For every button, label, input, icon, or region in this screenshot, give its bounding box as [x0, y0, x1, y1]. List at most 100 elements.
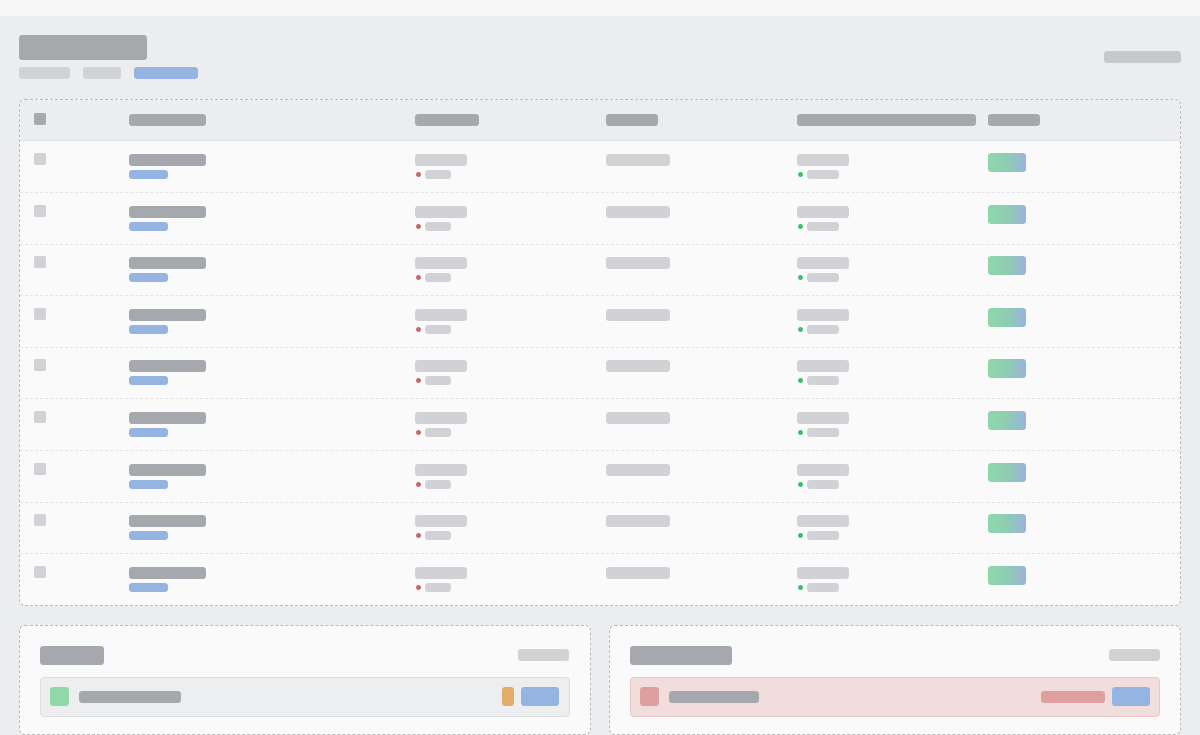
row-col2-status	[425, 170, 451, 179]
row-name[interactable]	[129, 308, 206, 321]
row-checkbox[interactable]	[34, 565, 46, 578]
select-all-checkbox[interactable]	[34, 113, 46, 125]
row-subtitle	[129, 324, 168, 334]
table-row[interactable]	[20, 347, 1180, 400]
row-col4-value	[797, 360, 849, 373]
table-row[interactable]	[20, 399, 1180, 451]
card-title	[630, 646, 732, 665]
row-col2-status-dot	[416, 326, 421, 332]
row-status-badge	[988, 153, 1026, 172]
row-name[interactable]	[129, 154, 206, 166]
row-col4-status	[807, 428, 839, 437]
card-left	[19, 625, 591, 735]
table-row[interactable]	[20, 502, 1180, 555]
breadcrumb-item-current[interactable]	[134, 67, 198, 79]
row-col2-value	[415, 412, 467, 424]
row-status-badge	[988, 307, 1026, 327]
row-col4-status-dot	[798, 326, 803, 332]
row-col3-value	[606, 257, 670, 270]
item-label	[669, 691, 759, 703]
data-table	[19, 99, 1181, 606]
page-title	[19, 35, 147, 60]
row-name[interactable]	[129, 360, 206, 373]
header-action-link[interactable]	[1104, 51, 1181, 63]
column-header-4[interactable]	[797, 114, 976, 126]
column-header-2[interactable]	[415, 114, 479, 126]
table-row[interactable]	[20, 451, 1180, 503]
row-col4-status-dot	[798, 533, 803, 539]
table-row[interactable]	[20, 296, 1180, 348]
card-title	[40, 646, 104, 665]
row-name[interactable]	[129, 566, 206, 579]
breadcrumb-item-2[interactable]	[83, 67, 121, 79]
row-col4-status-dot	[798, 378, 803, 384]
table-header	[20, 100, 1180, 141]
item-action-button[interactable]	[1112, 687, 1150, 706]
row-col2-status	[425, 273, 451, 283]
card-list-item[interactable]	[40, 677, 570, 717]
row-checkbox[interactable]	[34, 204, 46, 217]
row-name[interactable]	[129, 205, 206, 218]
card-view-all-link[interactable]	[1109, 649, 1160, 661]
table-row[interactable]	[20, 554, 1180, 605]
row-checkbox[interactable]	[34, 411, 46, 423]
row-col4-value	[797, 463, 849, 476]
row-col4-value	[797, 515, 849, 528]
card-view-all-link[interactable]	[518, 649, 569, 661]
row-col2-status-dot	[416, 533, 421, 539]
column-header-3[interactable]	[606, 114, 658, 126]
row-col4-status	[807, 479, 839, 489]
row-col4-status	[807, 531, 839, 541]
row-checkbox[interactable]	[34, 359, 46, 372]
row-name[interactable]	[129, 515, 206, 528]
row-col2-status-dot	[416, 275, 421, 281]
row-col4-value	[797, 205, 849, 218]
row-name[interactable]	[129, 257, 206, 270]
row-name[interactable]	[129, 463, 206, 476]
row-col2-value	[415, 308, 467, 321]
row-checkbox[interactable]	[34, 153, 46, 165]
row-col2-value	[415, 360, 467, 373]
table-row[interactable]	[20, 193, 1180, 245]
row-col2-value	[415, 515, 467, 528]
item-action-button[interactable]	[521, 687, 559, 706]
breadcrumb-item-1[interactable]	[19, 67, 70, 79]
row-status-badge	[988, 565, 1026, 585]
table-row[interactable]	[20, 244, 1180, 297]
row-col2-status	[425, 479, 451, 489]
row-status-badge	[988, 514, 1026, 534]
row-col4-status	[807, 324, 839, 334]
item-color-swatch	[640, 687, 659, 706]
row-col2-status-dot	[416, 172, 421, 177]
row-col4-status-dot	[798, 430, 803, 435]
row-subtitle	[129, 479, 168, 489]
row-col4-status-dot	[798, 275, 803, 281]
row-checkbox[interactable]	[34, 307, 46, 320]
row-checkbox[interactable]	[34, 462, 46, 475]
row-checkbox[interactable]	[34, 514, 46, 527]
item-color-swatch	[50, 687, 69, 706]
table-row[interactable]	[20, 141, 1180, 193]
window-top-strip	[0, 0, 1200, 16]
row-subtitle	[129, 531, 168, 541]
row-col4-status-dot	[798, 223, 803, 229]
row-status-badge	[988, 411, 1026, 430]
row-subtitle	[129, 376, 168, 386]
row-name[interactable]	[129, 412, 206, 424]
row-status-badge	[988, 359, 1026, 379]
row-checkbox[interactable]	[34, 256, 46, 269]
column-header-name[interactable]	[129, 114, 206, 126]
row-col3-value	[606, 205, 670, 218]
row-col4-status-dot	[798, 584, 803, 590]
row-col2-status	[425, 428, 451, 437]
item-tag	[502, 687, 514, 706]
row-col3-value	[606, 566, 670, 579]
row-col2-value	[415, 566, 467, 579]
row-col2-status-dot	[416, 584, 421, 590]
row-col2-status-dot	[416, 481, 421, 487]
column-header-5[interactable]	[988, 114, 1040, 126]
row-col3-value	[606, 308, 670, 321]
card-list-item[interactable]	[630, 677, 1160, 717]
row-col3-value	[606, 412, 670, 424]
row-col4-value	[797, 412, 849, 424]
